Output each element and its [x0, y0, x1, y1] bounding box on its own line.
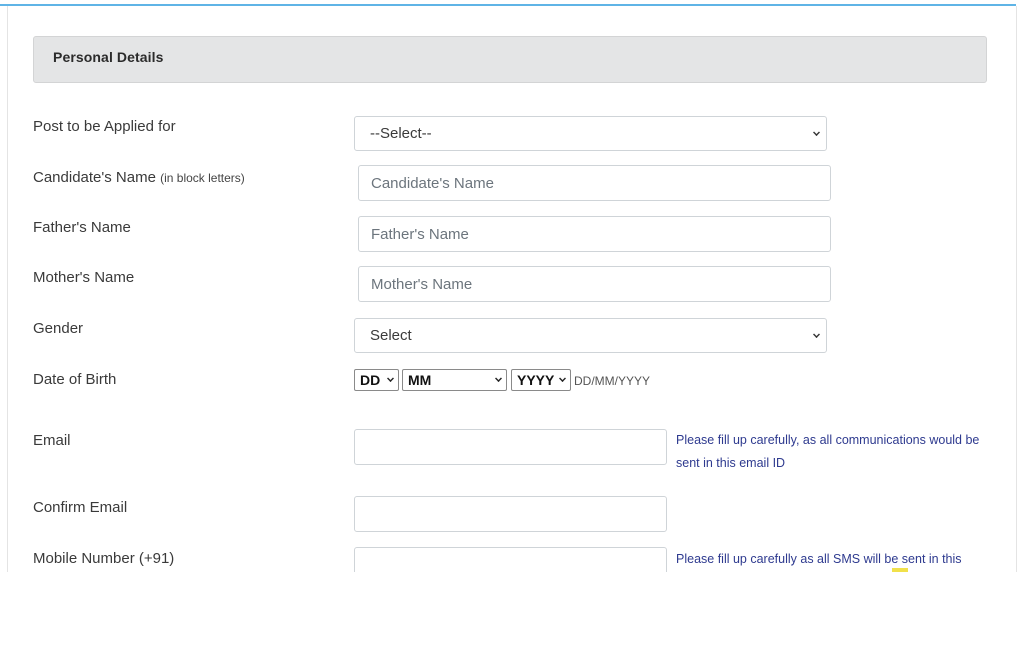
email-help-text: Please fill up carefully, as all communi… — [676, 429, 994, 475]
father-name-input[interactable]: Father's Name — [358, 216, 831, 252]
chevron-down-icon — [813, 129, 820, 136]
form-viewport: Personal Details Post to be Applied for … — [0, 0, 1024, 572]
mobile-help-line-1: Please fill up carefully as all SMS will… — [676, 552, 962, 566]
mother-name-input[interactable]: Mother's Name — [358, 266, 831, 302]
candidate-name-label-note: (in block letters) — [160, 171, 245, 185]
mobile-input[interactable] — [354, 547, 667, 572]
father-name-placeholder: Father's Name — [371, 226, 469, 243]
card-left-edge — [7, 6, 8, 572]
chevron-down-icon — [387, 375, 394, 382]
email-help-line-2: sent in this email ID — [676, 456, 786, 470]
email-label: Email — [33, 432, 71, 449]
dob-format-hint: DD/MM/YYYY — [574, 374, 651, 388]
candidate-name-placeholder: Candidate's Name — [371, 175, 494, 192]
dob-month-select[interactable]: MM — [402, 369, 507, 391]
chevron-down-icon — [813, 331, 820, 338]
post-select[interactable]: --Select-- — [354, 116, 827, 151]
post-label: Post to be Applied for — [33, 118, 176, 135]
candidate-name-label-text: Candidate's Name — [33, 169, 156, 186]
candidate-name-label: Candidate's Name (in block letters) — [33, 169, 245, 186]
dob-day-value: DD — [360, 372, 381, 388]
top-accent-rule — [0, 4, 1016, 6]
confirm-email-label: Confirm Email — [33, 499, 128, 516]
email-input[interactable] — [354, 429, 667, 465]
section-header: Personal Details — [33, 36, 987, 83]
chevron-down-icon — [559, 375, 566, 382]
text-highlight-mark — [892, 568, 908, 572]
section-title: Personal Details — [53, 49, 164, 65]
post-selected-value: --Select-- — [370, 125, 432, 142]
mother-name-placeholder: Mother's Name — [371, 276, 473, 293]
mobile-help-text: Please fill up carefully as all SMS will… — [676, 548, 994, 571]
confirm-email-input[interactable] — [354, 496, 667, 532]
mobile-label: Mobile Number (+91) — [33, 550, 175, 567]
dob-month-value: MM — [408, 372, 432, 388]
candidate-name-input[interactable]: Candidate's Name — [358, 165, 831, 201]
gender-selected-value: Select — [370, 327, 412, 344]
dob-label: Date of Birth — [33, 371, 117, 388]
dob-year-select[interactable]: YYYY — [511, 369, 571, 391]
gender-label: Gender — [33, 320, 84, 337]
dob-day-select[interactable]: DD — [354, 369, 399, 391]
card-right-edge — [1016, 6, 1017, 572]
chevron-down-icon — [495, 375, 502, 382]
dob-year-value: YYYY — [517, 372, 555, 388]
gender-select[interactable]: Select — [354, 318, 827, 353]
father-name-label: Father's Name — [33, 219, 131, 236]
mother-name-label: Mother's Name — [33, 269, 135, 286]
email-help-line-1: Please fill up carefully, as all communi… — [676, 433, 980, 447]
